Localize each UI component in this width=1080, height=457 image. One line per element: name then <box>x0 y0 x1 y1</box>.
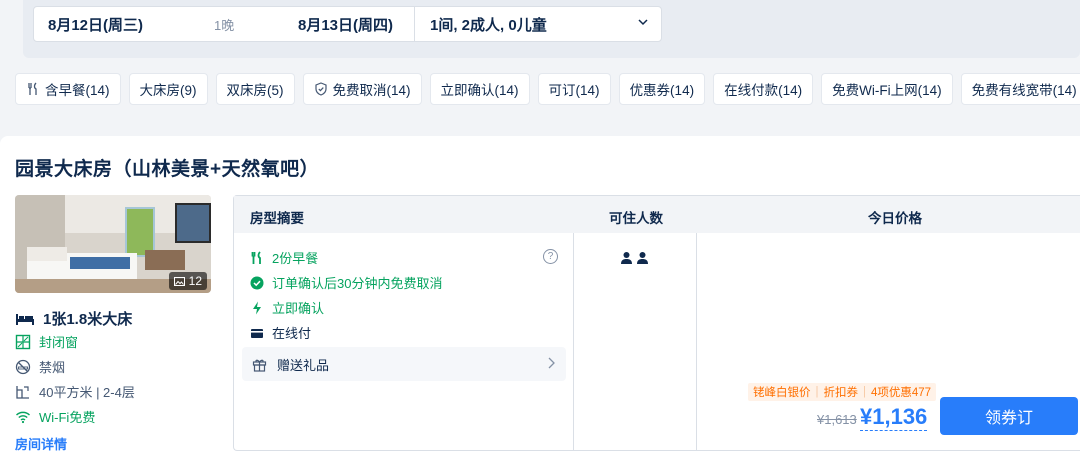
filter-panel: 8月12日(周三) 1晚 8月13日(周四) 1间, 2成人, 0儿童 含早餐(… <box>0 0 1080 121</box>
filter-free-broadband[interactable]: 免费有线宽带(14) <box>960 73 1080 105</box>
shield-icon <box>314 82 327 96</box>
chip-label: 双床房(5) <box>226 83 284 98</box>
utensils-icon <box>251 250 261 264</box>
no-smoking-icon <box>15 359 31 374</box>
column-divider <box>573 233 574 450</box>
chip-label: 可订(14) <box>548 83 600 98</box>
chip-label: 立即确认(14) <box>440 83 519 98</box>
cancel-label: 订单确认后30分钟内免费取消 <box>272 276 443 291</box>
photo-count: 12 <box>188 274 202 288</box>
chevron-down-icon[interactable] <box>636 15 650 29</box>
filter-free-wifi[interactable]: 免费Wi-Fi上网(14) <box>821 73 953 105</box>
header-summary: 房型摘要 <box>250 211 304 226</box>
book-button[interactable]: 领券订 <box>940 397 1078 435</box>
promo-tag: 铑峰白银价 <box>753 387 811 399</box>
window-info: 封闭窗 <box>15 332 78 351</box>
chip-label: 在线付款(14) <box>724 83 803 98</box>
chip-label: 免费取消(14) <box>332 83 411 98</box>
header-price: 今日价格 <box>868 211 922 226</box>
chevron-right-icon <box>548 357 555 369</box>
divider <box>414 7 415 41</box>
filter-coupon[interactable]: 优惠券(14) <box>618 73 706 105</box>
filter-twinbed[interactable]: 双床房(5) <box>215 73 295 105</box>
promo-tag: 4项优惠477 <box>871 387 932 399</box>
smoking-label: 禁烟 <box>39 360 66 375</box>
room-photo[interactable]: 12 <box>15 195 211 293</box>
room-detail-link[interactable]: 房间详情 <box>15 434 67 453</box>
current-price[interactable]: ¥1,136 <box>860 404 928 431</box>
occupancy-icons <box>620 251 649 265</box>
filter-free-cancel[interactable]: 免费取消(14) <box>302 73 422 105</box>
promo-tags[interactable]: 铑峰白银价 | 折扣券 | 4项优惠477 <box>748 383 937 401</box>
search-bar: 8月12日(周三) 1晚 8月13日(周四) 1间, 2成人, 0儿童 <box>33 6 662 42</box>
nights-count: 1晚 <box>214 17 235 33</box>
filter-kingbed[interactable]: 大床房(9) <box>128 73 208 105</box>
area-info: 40平方米 | 2-4层 <box>15 382 135 401</box>
utensils-icon <box>28 82 37 95</box>
confirm-label: 立即确认 <box>272 301 325 316</box>
table-header: 房型摘要 可住人数 今日价格 <box>234 196 1080 233</box>
policy-confirm: 立即确认 <box>250 298 324 317</box>
filter-instant-confirm[interactable]: 立即确认(14) <box>429 73 530 105</box>
check-circle-icon <box>250 276 264 289</box>
gift-label: 赠送礼品 <box>277 357 330 373</box>
policy-breakfast: 2份早餐 <box>250 248 318 267</box>
bed-info: 1张1.8米大床 <box>15 308 132 329</box>
guests-selector[interactable]: 1间, 2成人, 0儿童 <box>430 14 547 35</box>
chip-label: 大床房(9) <box>139 83 197 98</box>
window-label: 封闭窗 <box>39 335 79 350</box>
smoking-info: 禁烟 <box>15 357 65 376</box>
window-icon <box>15 334 31 349</box>
help-icon[interactable]: ? <box>543 249 558 264</box>
filter-online-pay[interactable]: 在线付款(14) <box>713 73 814 105</box>
payment-label: 在线付 <box>272 326 312 341</box>
area-floor-label: 40平方米 | 2-4层 <box>39 385 135 400</box>
policy-cancel: 订单确认后30分钟内免费取消 <box>250 273 442 292</box>
gift-row[interactable]: 赠送礼品 <box>242 347 566 381</box>
person-icon <box>621 252 632 264</box>
chip-label: 含早餐(14) <box>45 83 110 98</box>
person-icon <box>637 252 648 264</box>
checkin-date[interactable]: 8月12日(周三) <box>48 14 143 35</box>
filter-breakfast[interactable]: 含早餐(14) <box>15 73 121 105</box>
promo-tag: 折扣券 <box>823 387 859 399</box>
header-occupancy: 可住人数 <box>609 211 663 226</box>
lightning-icon <box>253 301 261 314</box>
rate-table: 房型摘要 可住人数 今日价格 2份早餐 ? 订单确认后30分钟内免费取消 立即确… <box>233 195 1080 451</box>
chip-label: 优惠券(14) <box>629 83 695 98</box>
wifi-icon <box>16 411 30 423</box>
original-price: ¥1,613 <box>817 412 857 427</box>
floor-plan-icon <box>16 385 29 399</box>
credit-card-icon <box>251 328 263 338</box>
policy-payment: 在线付 <box>250 323 311 342</box>
chip-label: 免费有线宽带(14) <box>971 83 1077 98</box>
wifi-label: Wi-Fi免费 <box>39 410 96 425</box>
image-icon <box>173 276 185 286</box>
breakfast-label: 2份早餐 <box>272 251 319 266</box>
checkout-date[interactable]: 8月13日(周四) <box>298 14 393 35</box>
bed-icon <box>16 313 34 325</box>
bed-type: 1张1.8米大床 <box>43 311 133 328</box>
filter-available[interactable]: 可订(14) <box>537 73 611 105</box>
gift-icon <box>252 359 267 372</box>
promo-separator: | <box>863 386 866 398</box>
promo-separator: | <box>815 386 819 398</box>
room-title: 园景大床房（山林美景+天然氧吧） <box>15 159 320 180</box>
photo-count-badge[interactable]: 12 <box>168 272 207 290</box>
column-divider <box>696 233 697 450</box>
wifi-info: Wi-Fi免费 <box>15 407 95 426</box>
chip-label: 免费Wi-Fi上网(14) <box>832 83 942 98</box>
filter-chips: 含早餐(14) 大床房(9) 双床房(5) 免费取消(14) 立即确认(14) … <box>15 73 1080 105</box>
